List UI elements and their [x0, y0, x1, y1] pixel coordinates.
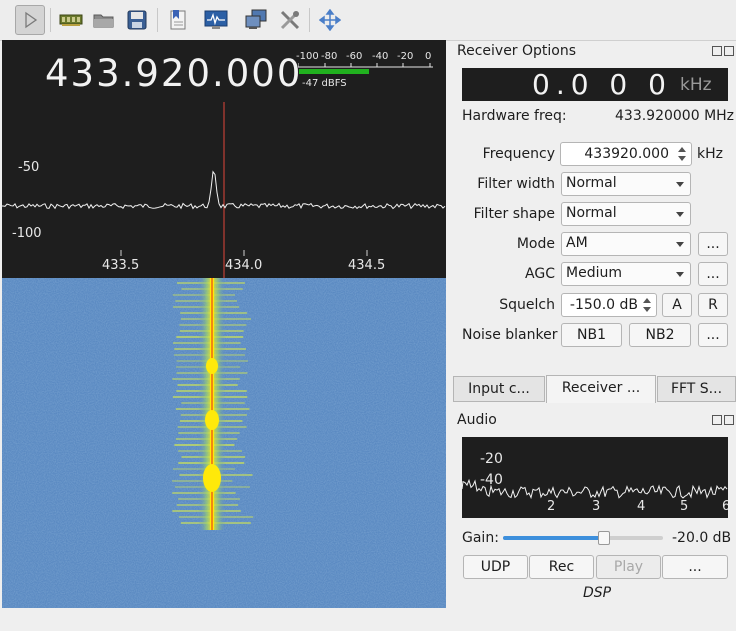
- settings-tools-icon[interactable]: [275, 5, 305, 35]
- x-axis-ticks: [120, 250, 368, 256]
- filter-shape-label: Filter shape: [473, 206, 555, 222]
- play-icon[interactable]: [15, 5, 45, 35]
- dbfs-level-text: -47 dBFS: [302, 78, 347, 89]
- audio-x-label: 3: [592, 499, 601, 514]
- dbfs-tick: -100: [296, 51, 319, 62]
- chevron-down-icon: [676, 272, 684, 277]
- offset-unit: kHz: [680, 75, 712, 95]
- squelch-input[interactable]: -150.0 dB: [561, 293, 657, 317]
- float-dock-icon[interactable]: [712, 415, 722, 425]
- hardware-icon[interactable]: [56, 5, 86, 35]
- agc-value: Medium: [566, 265, 622, 281]
- toolbar-separator: [50, 8, 51, 32]
- hardware-freq-label: Hardware freq:: [462, 108, 567, 124]
- nb1-button[interactable]: NB1: [561, 323, 622, 347]
- chevron-down-icon: [676, 212, 684, 217]
- gain-slider-fill: [503, 536, 604, 540]
- dbfs-level-bar: [299, 69, 369, 74]
- filter-width-label: Filter width: [477, 176, 555, 192]
- filter-width-value: Normal: [566, 175, 617, 191]
- agc-select[interactable]: Medium: [561, 262, 691, 286]
- toolbar: [0, 0, 736, 41]
- open-folder-icon[interactable]: [89, 5, 119, 35]
- tab-input-controls[interactable]: Input c...: [453, 376, 545, 402]
- float-dock-icon[interactable]: [712, 46, 722, 56]
- frequency-input[interactable]: 433920.000: [560, 142, 692, 166]
- dbfs-tick: 0: [425, 51, 432, 62]
- nb2-button[interactable]: NB2: [629, 323, 691, 347]
- mode-select[interactable]: AM: [561, 232, 691, 256]
- dbfs-tick: -80: [321, 51, 338, 62]
- mode-label: Mode: [516, 236, 555, 252]
- save-icon[interactable]: [122, 5, 152, 35]
- dbfs-scale: [298, 63, 433, 74]
- squelch-reset-button[interactable]: R: [698, 293, 728, 317]
- squelch-auto-button[interactable]: A: [662, 293, 692, 317]
- waterfall-canvas: [2, 278, 446, 608]
- network-icon[interactable]: [241, 5, 271, 35]
- filter-shape-select[interactable]: Normal: [561, 202, 691, 226]
- hardware-freq-value: 433.920000 MHz: [615, 108, 735, 124]
- chevron-down-icon: [676, 182, 684, 187]
- spin-arrows-icon[interactable]: [641, 296, 653, 314]
- filter-width-select[interactable]: Normal: [561, 172, 691, 196]
- audio-settings-button[interactable]: ...: [662, 555, 728, 579]
- filter-shape-value: Normal: [566, 205, 617, 221]
- gain-slider[interactable]: [503, 531, 663, 545]
- squelch-input-value: -150.0 dB: [569, 297, 638, 313]
- gain-value: -20.0 dB: [672, 530, 732, 546]
- audio-x-label: 4: [637, 499, 646, 514]
- monitor-icon[interactable]: [201, 5, 231, 35]
- bookmark-icon[interactable]: [163, 5, 193, 35]
- frequency-input-value: 433920.000: [584, 146, 669, 162]
- close-dock-icon[interactable]: [724, 46, 734, 56]
- noise-blanker-label: Noise blanker: [462, 327, 558, 343]
- gain-slider-handle[interactable]: [597, 531, 610, 545]
- y-axis-label: -100: [12, 226, 42, 241]
- receiver-options-title: Receiver Options: [457, 43, 577, 59]
- tab-fft-settings[interactable]: FFT S...: [657, 376, 736, 402]
- toolbar-separator: [309, 8, 310, 32]
- audio-fft-plot[interactable]: -20 -40 2 3 4 5 6: [462, 437, 728, 518]
- dbfs-tick: -40: [372, 51, 389, 62]
- dsp-label: DSP: [583, 585, 612, 601]
- mode-settings-button[interactable]: ...: [698, 232, 728, 256]
- audio-title: Audio: [457, 412, 497, 428]
- dbfs-tick: -20: [397, 51, 414, 62]
- frequency-readout[interactable]: 433.920.000: [45, 52, 302, 95]
- center-fft-icon[interactable]: [315, 5, 345, 35]
- y-axis-label: -50: [18, 160, 40, 175]
- tab-receiver-options[interactable]: Receiver ...: [546, 375, 656, 403]
- waterfall-display[interactable]: [2, 278, 446, 608]
- audio-y-label: -40: [480, 472, 503, 488]
- audio-x-label: 2: [547, 499, 556, 514]
- squelch-label: Squelch: [499, 297, 555, 313]
- x-axis-label: 433.5: [102, 258, 140, 273]
- spin-arrows-icon[interactable]: [676, 145, 688, 163]
- udp-button[interactable]: UDP: [463, 555, 528, 579]
- close-dock-icon[interactable]: [724, 415, 734, 425]
- audio-y-label: -20: [480, 451, 503, 467]
- frequency-label: Frequency: [482, 146, 555, 162]
- toolbar-separator: [157, 8, 158, 32]
- agc-label: AGC: [525, 266, 555, 282]
- mode-value: AM: [566, 235, 588, 251]
- play-button[interactable]: Play: [596, 555, 661, 579]
- dbfs-tick: -60: [346, 51, 363, 62]
- rec-button[interactable]: Rec: [529, 555, 594, 579]
- agc-settings-button[interactable]: ...: [698, 262, 728, 286]
- x-axis-label: 434.5: [348, 258, 386, 273]
- x-axis-label: 434.0: [225, 258, 263, 273]
- frequency-unit: kHz: [697, 146, 723, 162]
- noise-blanker-settings-button[interactable]: ...: [698, 323, 728, 347]
- dbfs-meter: -100 -80 -60 -40 -20 0 -47 dBFS: [296, 51, 436, 91]
- offset-readout: 0.0 0 0: [532, 68, 672, 101]
- gain-label: Gain:: [462, 530, 499, 546]
- audio-x-label: 5: [680, 499, 689, 514]
- audio-x-label: 6: [722, 499, 728, 514]
- offset-display[interactable]: 0.0 0 0 kHz: [462, 68, 728, 101]
- chevron-down-icon: [676, 242, 684, 247]
